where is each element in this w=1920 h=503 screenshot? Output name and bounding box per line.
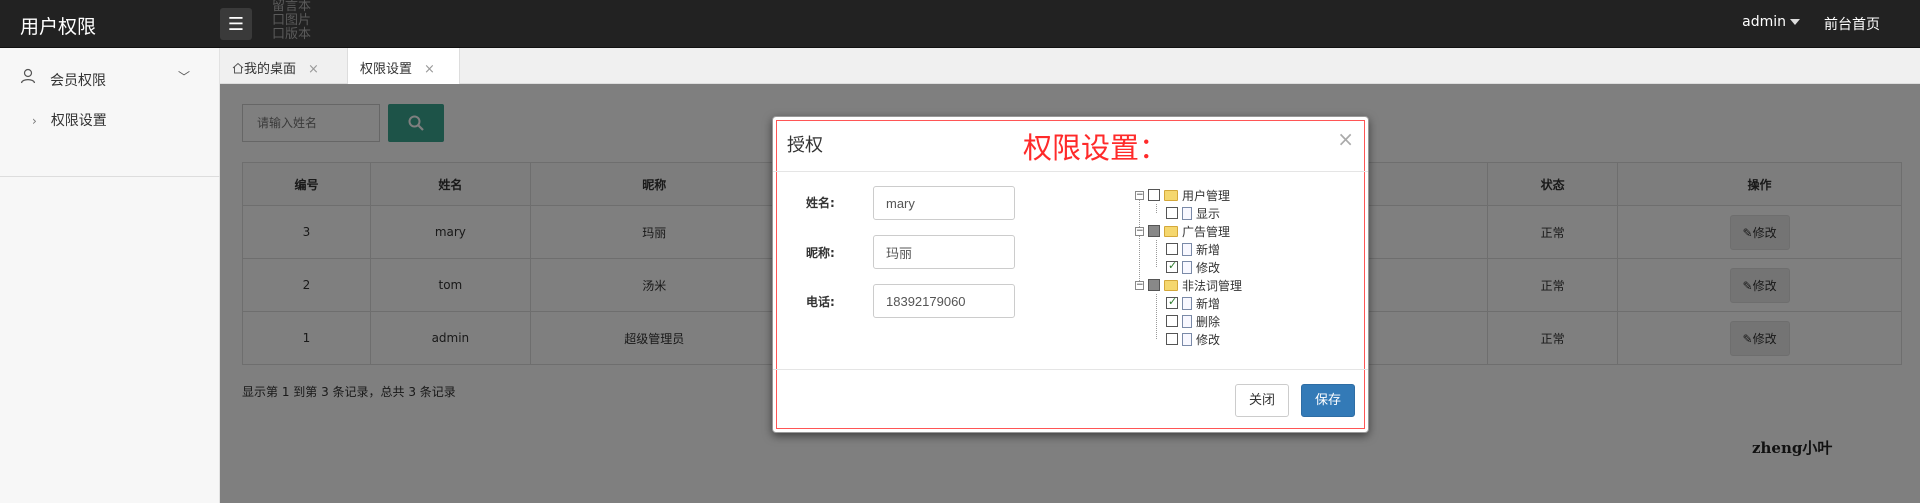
folder-icon <box>1164 225 1178 237</box>
nickname-label: 昵称: <box>806 246 835 260</box>
menu-toggle-button[interactable]: ☰ <box>220 8 252 40</box>
save-button[interactable]: 保存 <box>1301 384 1355 417</box>
tab-label: 我的桌面 <box>244 62 297 77</box>
ghost-item: 口图片 <box>272 13 312 28</box>
username: admin <box>1742 14 1786 30</box>
sidebar-item-permission-settings[interactable]: › 权限设置 <box>32 110 107 130</box>
tree-connector <box>1156 294 1157 339</box>
tree-node-ad-edit[interactable]: 修改 <box>1166 258 1220 276</box>
close-icon[interactable]: × <box>308 62 319 77</box>
checkbox[interactable] <box>1166 333 1178 345</box>
collapse-icon[interactable]: − <box>1135 226 1144 236</box>
tree-label: 新增 <box>1196 242 1221 257</box>
name-label: 姓名: <box>806 196 835 210</box>
document-icon <box>1182 332 1192 346</box>
document-icon <box>1182 296 1192 310</box>
dialog-title: 授权 <box>787 135 823 156</box>
dialog-header: 授权 权限设置： × <box>773 117 1368 172</box>
checkbox[interactable] <box>1166 243 1178 255</box>
tree-label: 广告管理 <box>1182 224 1231 239</box>
tree-connector <box>1156 240 1157 267</box>
tree-label: 新增 <box>1196 296 1221 311</box>
phone-label: 电话: <box>806 295 835 309</box>
tab-desktop[interactable]: 我的桌面 × <box>220 48 348 84</box>
chevron-down-icon: ﹀ <box>177 70 190 84</box>
tree-connector <box>1156 204 1157 213</box>
tab-permission-settings[interactable]: 权限设置 × <box>348 48 460 85</box>
tree-node-illegal-words[interactable]: − 非法词管理 <box>1135 276 1242 294</box>
tree-label: 修改 <box>1196 260 1221 275</box>
sidebar-group-member-permissions[interactable]: 会员权限 ﹀ <box>0 62 220 92</box>
folder-icon <box>1164 279 1178 291</box>
folder-icon <box>1164 189 1178 201</box>
ghost-item: 留言本 <box>272 0 312 14</box>
tab-bar: 我的桌面 × 权限设置 × <box>220 48 1920 85</box>
checkbox-checked[interactable] <box>1166 259 1178 273</box>
document-icon <box>1182 206 1192 220</box>
tab-label: 权限设置 <box>360 62 413 77</box>
checkbox-partial[interactable] <box>1148 279 1160 291</box>
tree-label: 非法词管理 <box>1182 278 1243 293</box>
checkbox[interactable] <box>1166 315 1178 327</box>
sidebar: 会员权限 ﹀ › 权限设置 <box>0 48 220 503</box>
home-link[interactable]: 前台首页 <box>1824 14 1880 34</box>
authorize-dialog: 授权 权限设置： × 姓名: 昵称: 电话: − 用户管理 显示 − 广告管理 新增… <box>772 116 1369 433</box>
tree-node-user-management[interactable]: − 用户管理 <box>1135 186 1230 204</box>
sidebar-group-label: 会员权限 <box>50 73 106 89</box>
list-icon: ☰ <box>227 13 245 35</box>
collapse-icon[interactable]: − <box>1135 190 1144 200</box>
tree-node-ad-management[interactable]: − 广告管理 <box>1135 222 1230 240</box>
tree-label: 用户管理 <box>1182 188 1231 203</box>
app-brand: 用户权限 <box>20 16 97 38</box>
user-icon <box>20 68 36 84</box>
checkbox-partial[interactable] <box>1148 225 1160 237</box>
ghost-menu: 留言本 口图片 口版本 <box>272 0 311 42</box>
nickname-field[interactable] <box>873 235 1015 269</box>
close-icon[interactable]: × <box>424 62 435 77</box>
tree-label: 修改 <box>1196 332 1221 347</box>
annotation-label: 权限设置： <box>1023 131 1169 165</box>
checkbox[interactable] <box>1166 207 1178 219</box>
tree-node-words-add[interactable]: 新增 <box>1166 294 1220 312</box>
chevron-right-icon: › <box>32 114 37 128</box>
tree-label: 显示 <box>1196 206 1221 221</box>
dialog-footer: 关闭 保存 <box>773 369 1368 432</box>
tree-label: 删除 <box>1196 314 1221 329</box>
tree-node-words-edit[interactable]: 修改 <box>1166 330 1220 348</box>
ghost-item: 口版本 <box>272 27 312 42</box>
sidebar-item-label: 权限设置 <box>50 113 107 129</box>
tree-node-display[interactable]: 显示 <box>1166 204 1220 222</box>
caret-down-icon <box>1790 19 1800 25</box>
author-watermark: zheng小叶 <box>1752 439 1833 457</box>
collapse-icon[interactable]: − <box>1135 280 1144 290</box>
sidebar-divider <box>0 176 220 177</box>
close-button[interactable]: 关闭 <box>1235 384 1289 417</box>
tree-node-ad-add[interactable]: 新增 <box>1166 240 1220 258</box>
checkbox-checked[interactable] <box>1166 295 1178 309</box>
document-icon <box>1182 242 1192 256</box>
user-menu[interactable]: admin <box>1742 14 1800 30</box>
top-navbar: 用户权限 ☰ 留言本 口图片 口版本 admin 前台首页 <box>0 0 1920 48</box>
document-icon <box>1182 260 1192 274</box>
phone-field[interactable] <box>873 284 1015 318</box>
checkbox[interactable] <box>1148 189 1160 201</box>
tree-node-words-delete[interactable]: 删除 <box>1166 312 1220 330</box>
home-icon <box>232 62 244 74</box>
document-icon <box>1182 314 1192 328</box>
close-icon[interactable]: × <box>1337 127 1354 151</box>
name-field[interactable] <box>873 186 1015 220</box>
